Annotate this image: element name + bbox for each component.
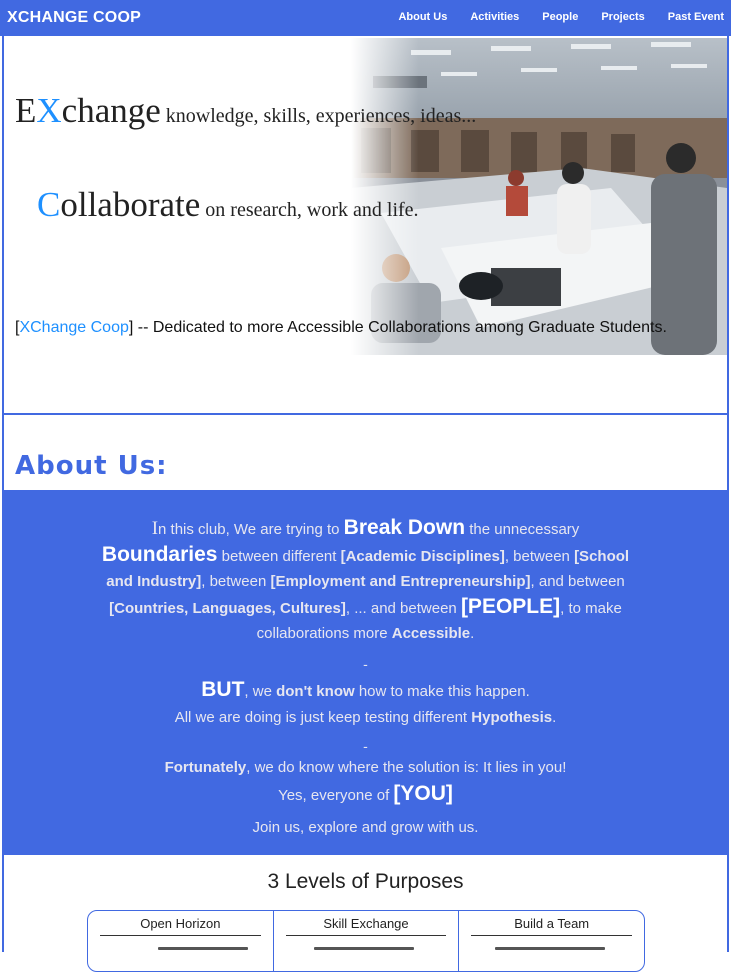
purpose-card-build-a-team[interactable]: Build a Team bbox=[459, 911, 644, 971]
about-you: [YOU] bbox=[393, 782, 453, 805]
about-text: All we are doing is just keep testing di… bbox=[174, 709, 472, 726]
about-people: [PEOPLE] bbox=[460, 595, 561, 618]
about-text: Yes, everyone of bbox=[278, 787, 394, 804]
hero-letter-e: E bbox=[15, 91, 37, 130]
about-text: n this club, We are trying to bbox=[158, 521, 344, 538]
card-divider bbox=[100, 935, 261, 936]
about-boundaries: Boundaries bbox=[101, 543, 218, 566]
about-text: the unnecessary bbox=[465, 521, 580, 538]
purposes-cards: Open Horizon Skill Exchange Build a Team bbox=[87, 910, 645, 972]
about-fortunately: Fortunately bbox=[164, 759, 247, 776]
hero-letter-c: C bbox=[37, 185, 61, 224]
hero-section: EXchange knowledge, skills, experiences,… bbox=[4, 38, 727, 414]
about-hypothesis: Hypothesis bbox=[471, 709, 553, 726]
nav-link-activities[interactable]: Activities bbox=[470, 11, 519, 23]
about-paragraph-fortunately: Fortunately, we do know where the soluti… bbox=[4, 759, 727, 776]
hero-word-change: change bbox=[61, 91, 161, 130]
about-text: . bbox=[470, 625, 475, 642]
hero-headline-exchange: EXchange knowledge, skills, experiences,… bbox=[15, 91, 476, 131]
purpose-card-title: Open Horizon bbox=[140, 916, 221, 931]
nav-link-about-us[interactable]: About Us bbox=[398, 11, 447, 23]
top-navbar: XCHANGE COOP About Us Activities People … bbox=[0, 0, 731, 36]
about-text: , we do know where the solution is: It l… bbox=[246, 759, 567, 776]
about-paragraph-1: In this club, We are trying to Break Dow… bbox=[64, 514, 667, 544]
about-paragraph-hypothesis: All we are doing is just keep testing di… bbox=[4, 709, 727, 726]
about-join-us: Join us, explore and grow with us. bbox=[252, 819, 479, 836]
about-text: between different bbox=[217, 548, 341, 565]
about-text: . bbox=[552, 709, 557, 726]
about-dont-know: don't know bbox=[276, 683, 355, 700]
about-countries: [Countries, Languages, Cultures] bbox=[109, 600, 346, 617]
purpose-card-title: Skill Exchange bbox=[323, 916, 409, 931]
tagline-link-xchange-coop[interactable]: XChange Coop bbox=[19, 319, 128, 336]
brand-logo[interactable]: XCHANGE COOP bbox=[7, 9, 141, 27]
section-divider bbox=[4, 413, 727, 415]
hero-line2-subtext: on research, work and life. bbox=[200, 199, 419, 221]
about-text: , and between bbox=[530, 573, 625, 590]
nav-link-people[interactable]: People bbox=[542, 11, 578, 23]
about-text: , between bbox=[201, 573, 271, 590]
about-paragraph-2: Boundaries between different [Academic D… bbox=[94, 542, 637, 646]
hero-letter-x: X bbox=[36, 91, 62, 130]
about-us-panel: In this club, We are trying to Break Dow… bbox=[4, 490, 727, 855]
about-us-heading: About Us: bbox=[15, 451, 168, 481]
about-text: , between bbox=[504, 548, 575, 565]
about-break-down: Break Down bbox=[343, 516, 466, 539]
purposes-heading: 3 Levels of Purposes bbox=[267, 870, 464, 893]
card-divider bbox=[285, 935, 447, 936]
hero-word-collaborate: ollaborate bbox=[60, 185, 201, 224]
nav-links: About Us Activities People Projects Past… bbox=[375, 11, 724, 23]
about-text: , ... and between bbox=[345, 600, 461, 617]
purpose-card-title: Build a Team bbox=[514, 916, 590, 931]
hero-line1-subtext: knowledge, skills, experiences, ideas... bbox=[160, 105, 477, 127]
hero-tagline: [XChange Coop] -- Dedicated to more Acce… bbox=[15, 319, 667, 337]
nav-link-projects[interactable]: Projects bbox=[601, 11, 644, 23]
purpose-card-open-horizon[interactable]: Open Horizon bbox=[88, 911, 274, 971]
about-dash-2: - bbox=[363, 738, 368, 754]
nav-link-past-event[interactable]: Past Event bbox=[668, 11, 724, 23]
card-divider bbox=[471, 935, 633, 936]
about-paragraph-but: BUT, we don't know how to make this happ… bbox=[4, 677, 727, 705]
about-academic: [Academic Disciplines] bbox=[340, 548, 505, 565]
about-text: , we bbox=[244, 683, 277, 700]
about-text: how to make this happen. bbox=[354, 683, 530, 700]
purpose-card-skill-exchange[interactable]: Skill Exchange bbox=[274, 911, 460, 971]
hero-headline-collaborate: Collaborate on research, work and life. bbox=[37, 185, 419, 225]
about-but: BUT bbox=[201, 678, 245, 701]
about-employment: [Employment and Entrepreneurship] bbox=[270, 573, 531, 590]
tagline-text: ] -- Dedicated to more Accessible Collab… bbox=[128, 319, 667, 336]
about-paragraph-you: Yes, everyone of [YOU] bbox=[4, 781, 727, 809]
about-dash-1: - bbox=[363, 656, 368, 672]
about-accessible: Accessible bbox=[391, 625, 471, 642]
